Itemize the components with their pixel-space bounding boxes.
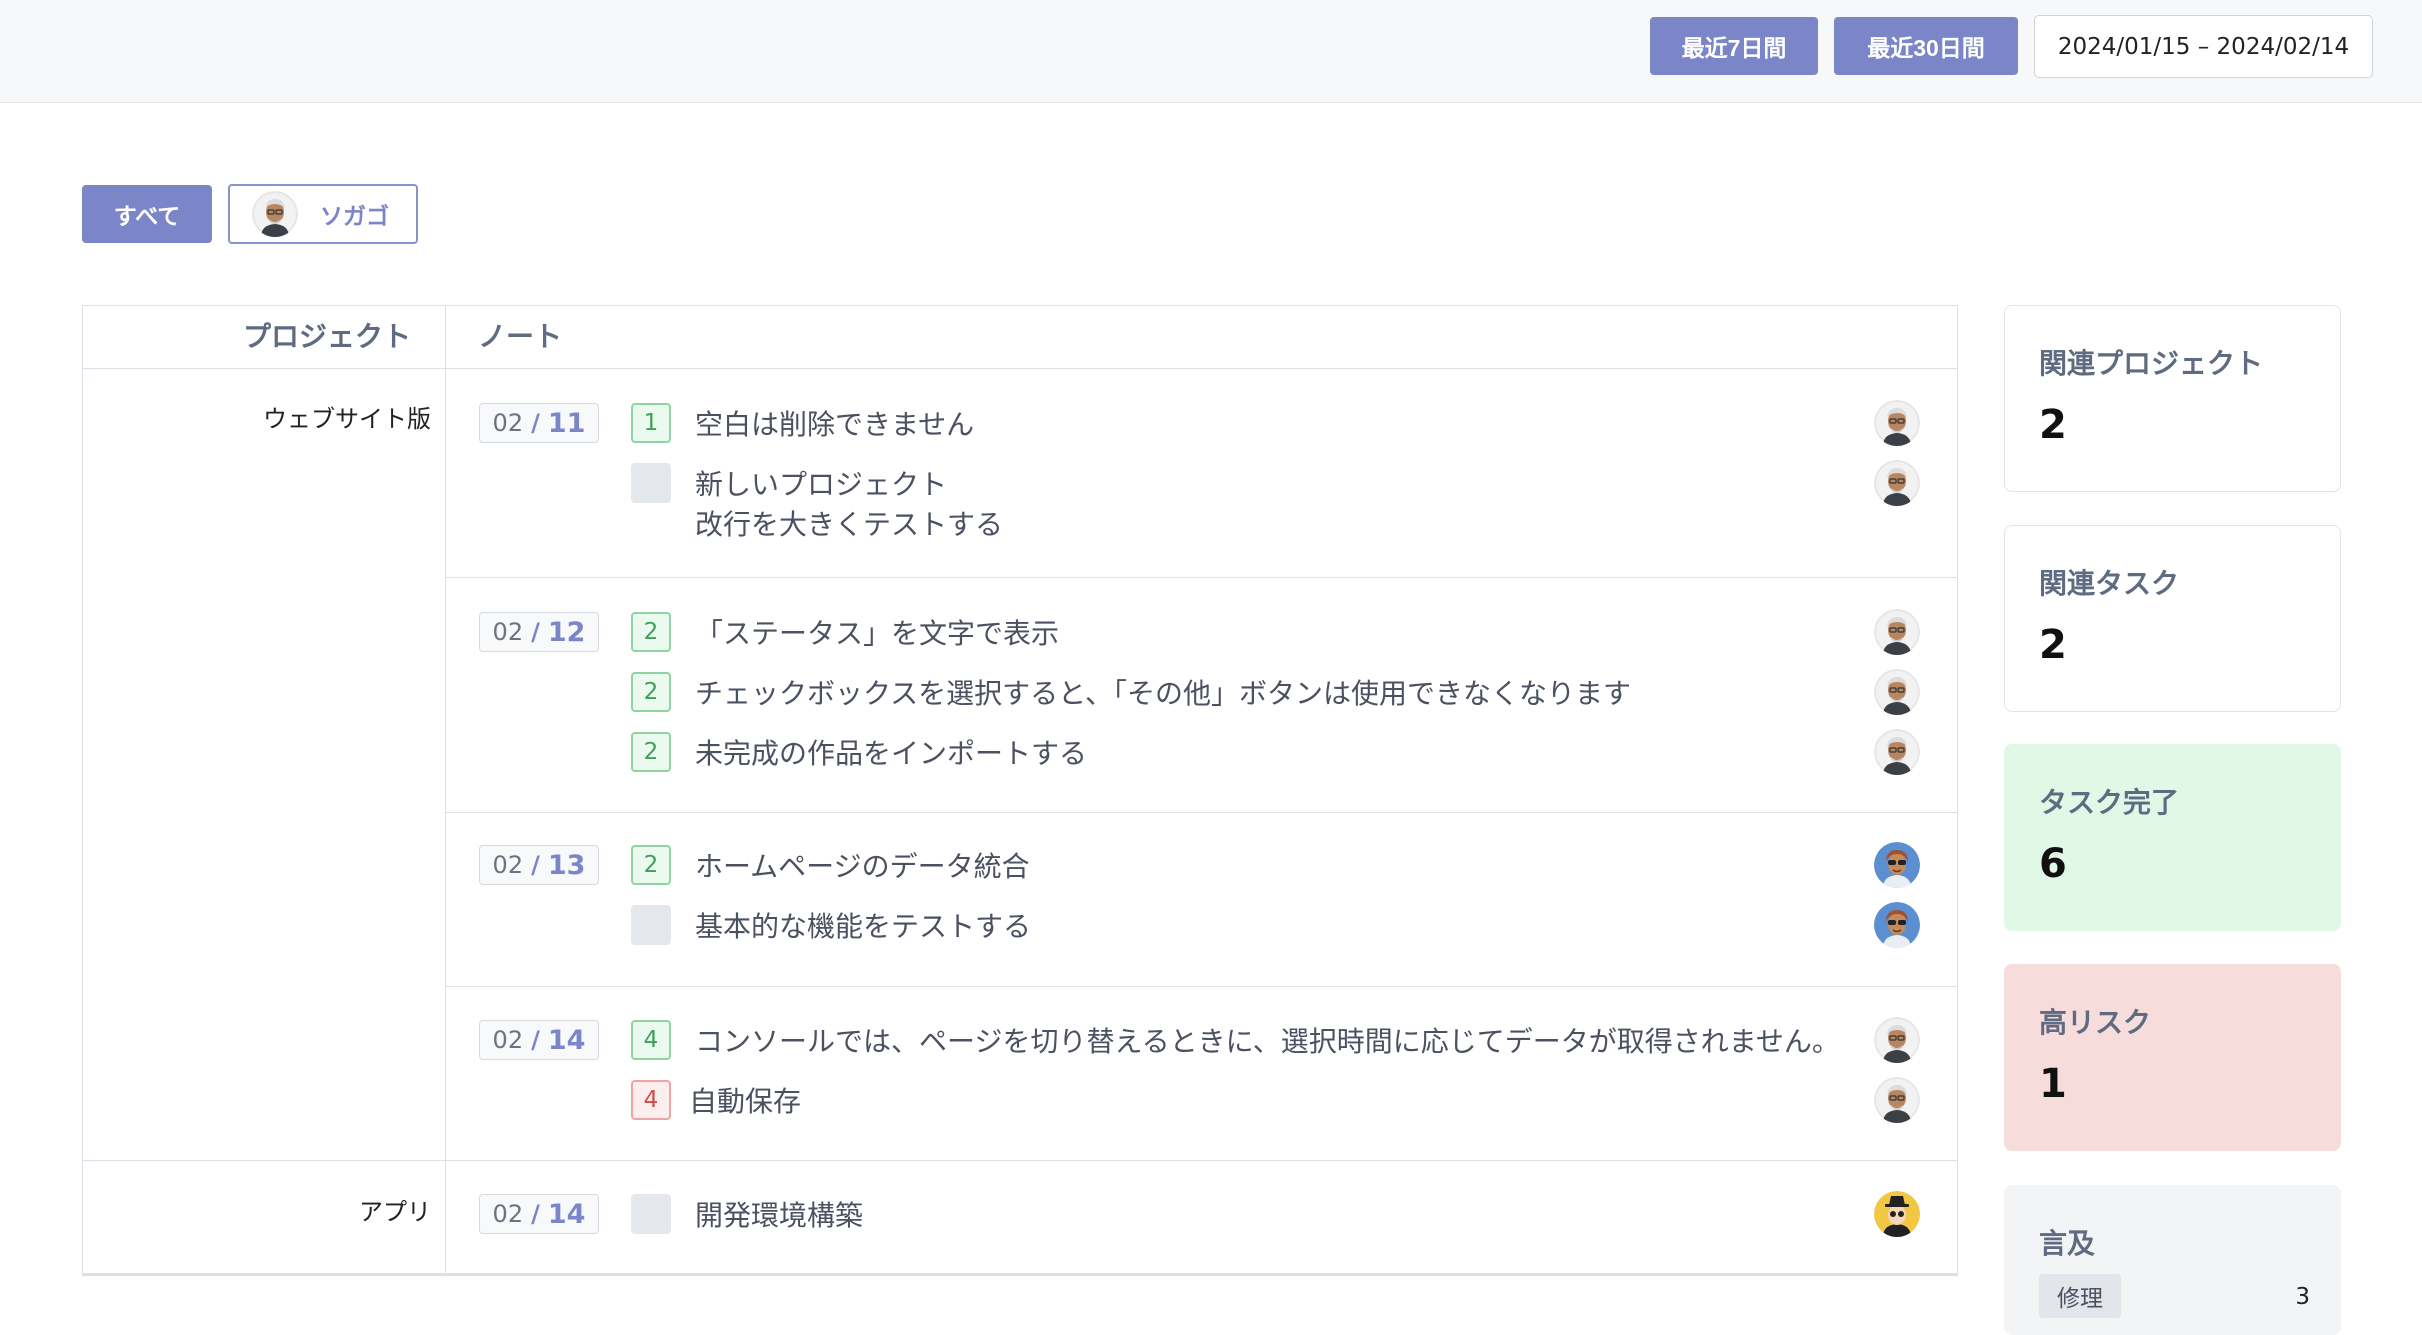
- task-count-badge: 2: [631, 612, 671, 652]
- date-month: 02: [492, 409, 524, 437]
- task-row[interactable]: 4 コンソールでは、ページを切り替えるときに、選択時間に応じてデータが取得されま…: [631, 1020, 1840, 1060]
- task-count-badge-risk: 4: [631, 1080, 671, 1120]
- column-header-note: ノート: [478, 320, 563, 353]
- date-separator: /: [531, 1026, 540, 1054]
- task-row[interactable]: 2 ホームページのデータ統合: [631, 845, 1030, 885]
- date-badge: 02/14: [479, 1194, 599, 1234]
- task-count-badge: [631, 905, 671, 945]
- task-count-badge: [631, 463, 671, 503]
- task-title[interactable]: チェックボックスを選択すると、「その他」ボタンは使用できなくなります: [695, 672, 1631, 712]
- stat-label: 言及: [2039, 1227, 2096, 1260]
- assignee-avatar: [1874, 609, 1920, 655]
- stat-label: 高リスク: [2039, 1006, 2152, 1039]
- assignee-avatar: [1874, 1077, 1920, 1123]
- filter-user-label: ソガゴ: [320, 204, 389, 230]
- filter-user-button[interactable]: ソガゴ: [228, 184, 418, 244]
- stat-card-mentions: 言及 修理 3: [2004, 1185, 2341, 1335]
- top-toolbar: 最近7日間 最近30日間 2024/01/15 – 2024/02/14: [0, 0, 2422, 103]
- last-7-days-button[interactable]: 最近7日間: [1650, 17, 1818, 75]
- task-count-badge: 2: [631, 672, 671, 712]
- stat-label: タスク完了: [2039, 786, 2180, 819]
- project-name[interactable]: アプリ: [359, 1192, 431, 1227]
- date-badge: 02/14: [479, 1020, 599, 1060]
- task-row[interactable]: 1 空白は削除できません: [631, 403, 974, 443]
- task-title[interactable]: 新しいプロジェクト: [695, 463, 947, 503]
- header-divider: [83, 368, 1957, 369]
- stat-value: 2: [2039, 622, 2067, 668]
- assignee-avatar: [1874, 1017, 1920, 1063]
- date-separator: /: [531, 409, 540, 437]
- mention-count: 3: [2295, 1284, 2310, 1310]
- row-divider: [445, 812, 1957, 813]
- task-title[interactable]: 未完成の作品をインポートする: [695, 732, 1087, 772]
- task-title[interactable]: ホームページのデータ統合: [695, 845, 1030, 885]
- date-range-picker[interactable]: 2024/01/15 – 2024/02/14: [2034, 15, 2373, 78]
- date-separator: /: [531, 851, 540, 879]
- task-row[interactable]: 2 チェックボックスを選択すると、「その他」ボタンは使用できなくなります: [631, 672, 1631, 712]
- stat-card-tasks-done: タスク完了 6: [2004, 744, 2341, 931]
- task-row[interactable]: 2 「ステータス」を文字で表示: [631, 612, 1059, 652]
- stat-label: 関連プロジェクト: [2039, 347, 2264, 380]
- date-day: 14: [547, 1024, 586, 1056]
- project-name[interactable]: ウェブサイト版: [263, 399, 431, 434]
- filter-all-button[interactable]: すべて: [82, 185, 212, 243]
- stat-card-related-projects: 関連プロジェクト 2: [2004, 305, 2341, 492]
- assignee-avatar: [1874, 400, 1920, 446]
- date-month: 02: [492, 1026, 524, 1054]
- task-count-badge: 2: [631, 845, 671, 885]
- task-row[interactable]: 新しいプロジェクト: [631, 463, 947, 503]
- stat-card-related-tasks: 関連タスク 2: [2004, 525, 2341, 712]
- task-count-badge: 1: [631, 403, 671, 443]
- date-badge: 02/12: [479, 612, 599, 652]
- assignee-avatar: [1874, 902, 1920, 948]
- task-count-badge: [631, 1194, 671, 1234]
- project-divider: [83, 1160, 1957, 1161]
- date-badge: 02/11: [479, 403, 599, 443]
- date-separator: /: [531, 618, 540, 646]
- task-row[interactable]: 基本的な機能をテストする: [631, 905, 1031, 945]
- date-day: 11: [547, 407, 586, 439]
- task-row[interactable]: 2 未完成の作品をインポートする: [631, 732, 1087, 772]
- task-title[interactable]: 基本的な機能をテストする: [695, 905, 1031, 945]
- date-badge: 02/13: [479, 845, 599, 885]
- date-month: 02: [492, 618, 524, 646]
- date-day: 12: [547, 616, 586, 648]
- assignee-avatar: [1874, 669, 1920, 715]
- stat-card-high-risk: 高リスク 1: [2004, 964, 2341, 1151]
- task-row[interactable]: 4 自動保存: [631, 1080, 801, 1120]
- assignee-avatar: [1874, 729, 1920, 775]
- last-30-days-button[interactable]: 最近30日間: [1834, 17, 2018, 75]
- stat-value: 1: [2039, 1061, 2067, 1107]
- task-count-badge: 2: [631, 732, 671, 772]
- date-month: 02: [492, 1200, 524, 1228]
- task-title[interactable]: 開発環境構築: [695, 1194, 863, 1234]
- assignee-avatar: [1874, 460, 1920, 506]
- task-title-line-2[interactable]: 改行を大きくテストする: [695, 503, 1003, 543]
- date-month: 02: [492, 851, 524, 879]
- date-separator: /: [531, 1200, 540, 1228]
- stat-label: 関連タスク: [2039, 567, 2180, 600]
- task-count-badge: 4: [631, 1020, 671, 1060]
- task-title[interactable]: 空白は削除できません: [695, 403, 974, 443]
- task-title[interactable]: 自動保存: [689, 1080, 801, 1120]
- task-title[interactable]: 「ステータス」を文字で表示: [695, 612, 1059, 652]
- assignee-avatar: [1874, 1191, 1920, 1237]
- task-title[interactable]: コンソールでは、ページを切り替えるときに、選択時間に応じてデータが取得されません…: [695, 1020, 1840, 1060]
- user-avatar: [252, 191, 298, 237]
- task-row[interactable]: 開発環境構築: [631, 1194, 863, 1234]
- column-header-project: プロジェクト: [242, 320, 411, 353]
- mention-tag[interactable]: 修理: [2039, 1274, 2121, 1318]
- row-divider: [445, 986, 1957, 987]
- stat-value: 2: [2039, 402, 2067, 448]
- stat-value: 6: [2039, 841, 2067, 887]
- date-day: 13: [547, 849, 586, 881]
- notes-table: プロジェクト ノート ウェブサイト版 02/11 1 空白は削除できません 新し…: [82, 305, 1958, 1276]
- column-divider: [445, 306, 446, 1274]
- row-divider: [445, 577, 1957, 578]
- date-day: 14: [547, 1198, 586, 1230]
- assignee-avatar: [1874, 842, 1920, 888]
